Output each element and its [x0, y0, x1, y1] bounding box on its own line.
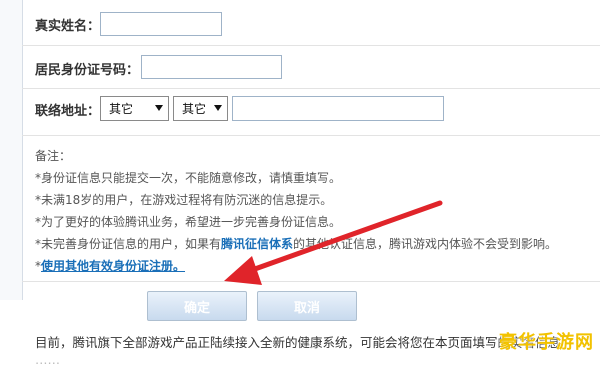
red-annotation-arrow-icon: [224, 200, 443, 285]
arrow-head: [224, 256, 262, 285]
arrow-shaft: [249, 200, 443, 273]
site-watermark: 豪华手游网: [499, 332, 594, 353]
